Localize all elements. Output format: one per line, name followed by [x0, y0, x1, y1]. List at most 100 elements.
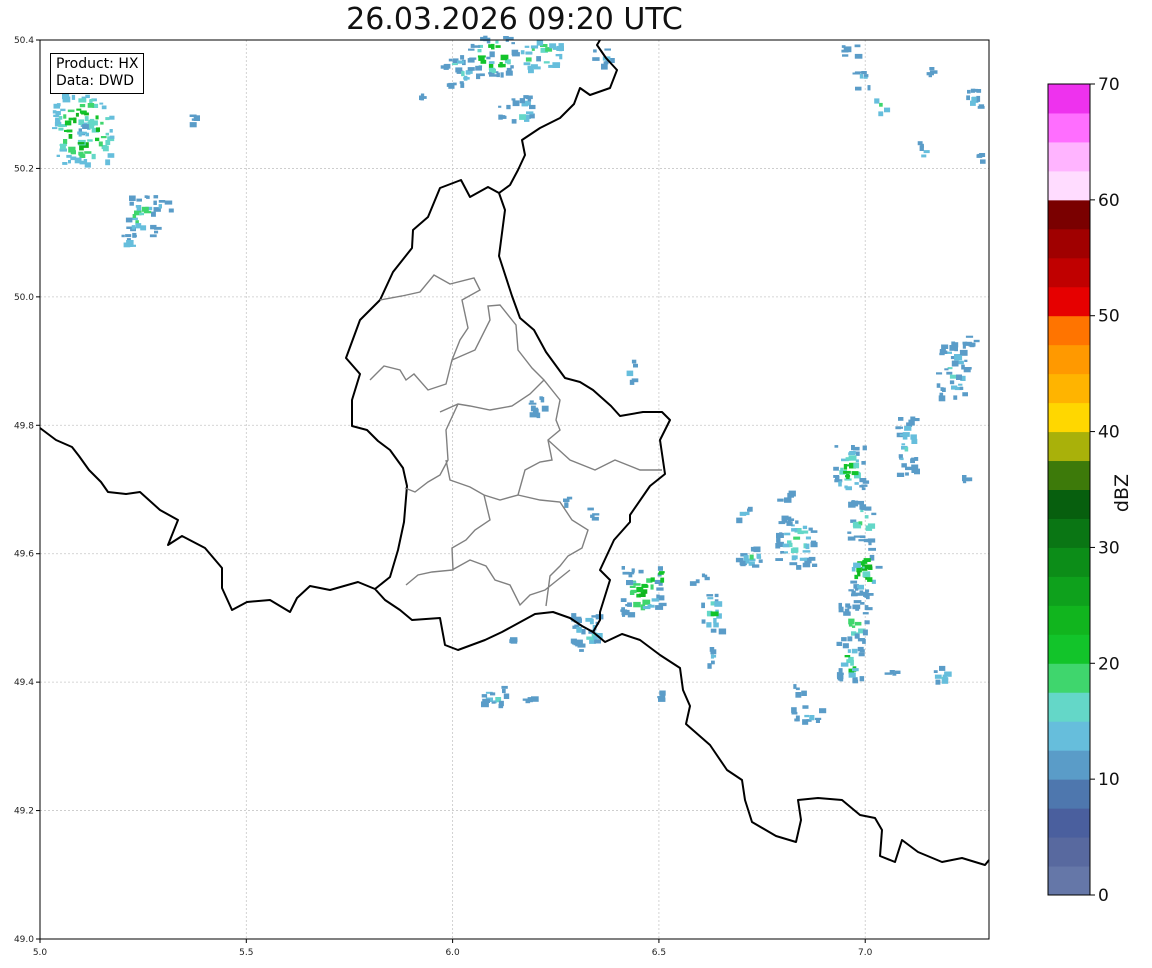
- radar-echo-pixel: [858, 652, 865, 657]
- radar-echo-pixel: [642, 599, 651, 605]
- radar-echo-pixel: [808, 556, 816, 561]
- radar-echo-pixel: [864, 515, 869, 519]
- radar-echo-pixel: [576, 627, 582, 633]
- radar-echo-pixel: [802, 705, 809, 709]
- radar-echo-pixel: [845, 457, 851, 461]
- radar-echo-pixel: [87, 103, 95, 108]
- radar-echo-pixel: [486, 56, 491, 60]
- radar-echo-pixel: [524, 45, 530, 48]
- radar-echo-pixel: [855, 592, 863, 596]
- radar-echo-pixel: [809, 715, 815, 721]
- radar-echo-pixel: [60, 108, 66, 112]
- colorbar-segment: [1048, 866, 1090, 896]
- radar-echo-pixel: [788, 490, 796, 497]
- radar-echo-pixel: [84, 162, 91, 168]
- radar-echo-pixel: [503, 693, 510, 699]
- radar-echo-pixel: [970, 100, 976, 106]
- radar-echo-pixel: [63, 139, 68, 144]
- radar-echo-pixel: [861, 461, 866, 465]
- radar-echo-pixel: [976, 154, 983, 158]
- radar-echo-pixel: [658, 602, 667, 607]
- radar-echo-pixel: [942, 677, 949, 681]
- radar-echo-pixel: [592, 513, 600, 516]
- radar-echo-pixel: [468, 48, 475, 51]
- radar-echo-pixel: [479, 73, 485, 77]
- radar-echo-pixel: [153, 200, 157, 205]
- radar-echo-pixel: [902, 432, 910, 437]
- radar-echo-pixel: [473, 45, 481, 48]
- radar-echo-pixel: [790, 548, 798, 554]
- radar-echo-pixel: [633, 363, 638, 368]
- radar-echo-pixel: [854, 574, 859, 580]
- radar-echo-pixel: [871, 512, 877, 516]
- radar-echo-pixel: [135, 205, 140, 208]
- radar-echo-pixel: [620, 609, 628, 612]
- colorbar-segment: [1048, 344, 1090, 375]
- radar-echo-pixel: [84, 151, 92, 154]
- colorbar-segment: [1048, 837, 1090, 867]
- radar-echo-pixel: [573, 640, 578, 646]
- radar-echo-pixel: [520, 50, 525, 55]
- radar-echo-pixel: [707, 597, 714, 600]
- radar-echo-pixel: [964, 359, 968, 362]
- radar-echo-pixel: [959, 349, 968, 356]
- radar-echo-pixel: [862, 571, 871, 578]
- radar-echo-pixel: [910, 416, 916, 421]
- colorbar-segment: [1048, 721, 1090, 751]
- radar-echo-pixel: [74, 157, 82, 164]
- radar-echo-pixel: [740, 562, 746, 567]
- radar-echo-pixel: [949, 345, 957, 351]
- radar-echo-pixel: [789, 562, 798, 566]
- radar-echo-pixel: [630, 589, 637, 594]
- radar-echo-pixel: [758, 559, 763, 563]
- radar-echo-pixel: [495, 40, 499, 44]
- radar-echo-pixel: [189, 122, 197, 128]
- radar-echo-pixel: [591, 516, 599, 521]
- radar-echo-pixel: [695, 579, 700, 584]
- radar-echo-pixel: [82, 124, 90, 129]
- radar-echo-pixel: [519, 114, 526, 120]
- radar-echo-pixel: [848, 672, 856, 678]
- radar-echo-pixel: [564, 502, 569, 508]
- radar-echo-pixel: [904, 447, 909, 452]
- radar-echo-pixel: [791, 555, 797, 561]
- colorbar-segment: [1048, 228, 1090, 259]
- radar-echo-pixel: [904, 426, 912, 431]
- radar-echo-pixel: [851, 590, 856, 597]
- colorbar-segment: [1048, 750, 1090, 780]
- radar-echo-pixel: [946, 371, 953, 375]
- radar-echo-pixel: [633, 583, 641, 586]
- radar-echo-pixel: [523, 62, 531, 66]
- radar-echo-pixel: [838, 606, 844, 613]
- radar-echo-pixel: [847, 636, 853, 642]
- radar-echo-pixel: [862, 612, 869, 615]
- radar-echo-pixel: [62, 93, 70, 100]
- radar-echo-pixel: [529, 104, 536, 110]
- radar-echo-pixel: [125, 217, 133, 223]
- radar-echo-pixel: [847, 605, 852, 609]
- radar-echo-pixel: [835, 476, 840, 482]
- radar-echo-pixel: [109, 129, 113, 133]
- radar-echo-pixel: [752, 564, 760, 568]
- radar-map[interactable]: 5.0 5.5 6.0 6.5 7.0 50.4 50.2 50.0 49.8 49.6 49.4 4…: [0, 0, 1152, 968]
- radar-echo-pixel: [76, 108, 82, 111]
- radar-echo-pixel: [739, 511, 747, 516]
- radar-echo-pixel: [847, 649, 851, 653]
- radar-echo-pixel: [938, 395, 946, 402]
- radar-echo-pixel: [866, 528, 873, 531]
- radar-echo-pixel: [782, 543, 790, 548]
- colorbar-tick-label: 60: [1098, 191, 1120, 211]
- radar-echo-pixel: [656, 587, 664, 591]
- radar-echo-pixel: [836, 641, 843, 646]
- radar-echo-pixel: [710, 611, 719, 617]
- radar-echo-pixel: [539, 396, 543, 400]
- radar-echo-pixel: [79, 110, 87, 114]
- radar-echo-pixel: [838, 668, 843, 674]
- radar-echo-pixel: [706, 622, 712, 628]
- radar-echo-pixel: [70, 150, 76, 155]
- radar-echo-pixel: [852, 679, 859, 684]
- radar-echo-pixel: [965, 335, 974, 338]
- colorbar-tick-label: 30: [1098, 538, 1120, 558]
- radar-echo-pixel: [650, 577, 655, 582]
- radar-echo-pixel: [75, 112, 79, 117]
